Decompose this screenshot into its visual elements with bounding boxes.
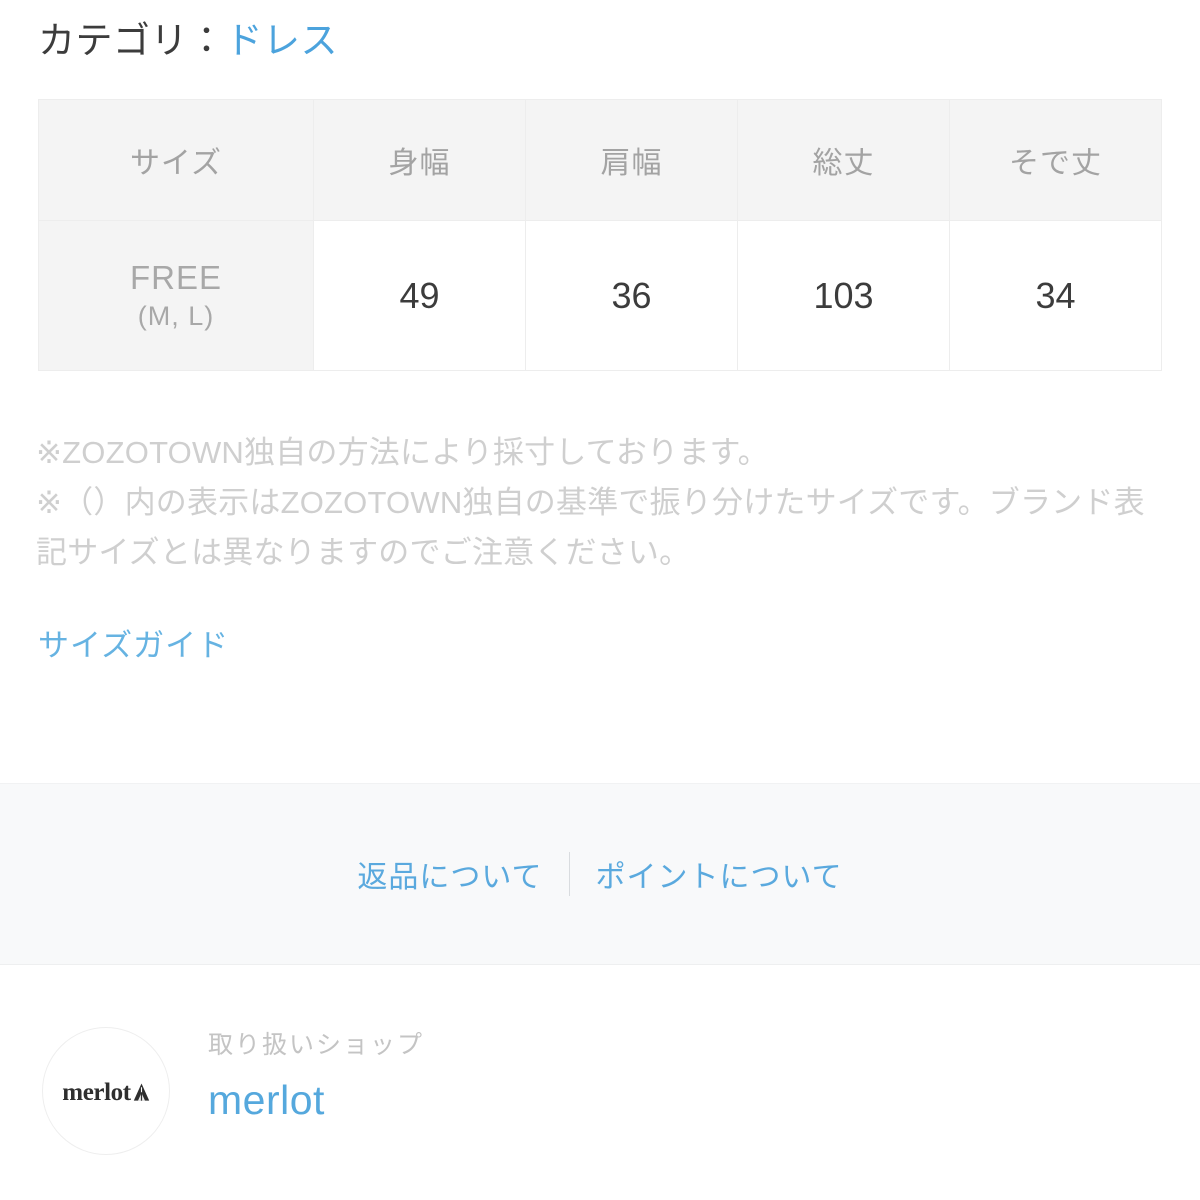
note-line-2: ※（）内の表示はZOZOTOWN独自の基準で振り分けたサイズです。ブランド表記サ… bbox=[36, 485, 1145, 571]
cell-size-name: FREE (M, L) bbox=[38, 220, 314, 371]
column-header-size: サイズ bbox=[38, 99, 314, 221]
size-name-main: FREE bbox=[129, 258, 222, 296]
category-heading: カテゴリ： ドレス bbox=[38, 10, 338, 64]
category-label: カテゴリ： bbox=[38, 20, 226, 61]
table-row: FREE (M, L) 49 36 103 34 bbox=[38, 220, 1162, 371]
return-policy-link[interactable]: 返品について bbox=[331, 852, 568, 896]
merlot-logo-icon: merlot bbox=[62, 1080, 149, 1105]
shop-section: merlot 取り扱いショップ merlot bbox=[42, 1027, 424, 1155]
point-info-link[interactable]: ポイントについて bbox=[570, 852, 869, 896]
cell-sleeve-length: 34 bbox=[949, 220, 1162, 371]
category-value-link[interactable]: ドレス bbox=[226, 10, 339, 64]
size-table-header-row: サイズ 身幅 肩幅 総丈 そで丈 bbox=[38, 99, 1162, 221]
size-table: サイズ 身幅 肩幅 総丈 そで丈 FREE (M, L) 49 36 103 3… bbox=[38, 99, 1162, 371]
note-line-1: ※ZOZOTOWN独自の方法により採寸しております。 bbox=[36, 435, 769, 470]
measurement-notes: ※ZOZOTOWN独自の方法により採寸しております。 ※（）内の表示はZOZOT… bbox=[36, 428, 1146, 579]
size-name-sub: (M, L) bbox=[137, 300, 215, 331]
shop-kicker-label: 取り扱いショップ bbox=[208, 1031, 425, 1059]
cell-total-length: 103 bbox=[737, 220, 950, 371]
column-header-sleeve-length: そで丈 bbox=[949, 99, 1162, 221]
column-header-shoulder-width: 肩幅 bbox=[525, 99, 738, 221]
mountain-mark-icon bbox=[133, 1083, 149, 1101]
shop-avatar[interactable]: merlot bbox=[42, 1027, 170, 1155]
column-header-bust-width: 身幅 bbox=[313, 99, 526, 221]
info-band-links: 返品について ポイントについて bbox=[331, 852, 868, 896]
cell-shoulder-width: 36 bbox=[525, 220, 738, 371]
size-guide-link[interactable]: サイズガイド bbox=[38, 620, 229, 665]
shop-logo-text: merlot bbox=[62, 1078, 131, 1106]
size-table-head: サイズ 身幅 肩幅 総丈 そで丈 bbox=[38, 99, 1162, 221]
shop-info: 取り扱いショップ merlot bbox=[208, 1027, 424, 1123]
column-header-total-length: 総丈 bbox=[737, 99, 950, 221]
info-band: 返品について ポイントについて bbox=[0, 783, 1200, 965]
size-table-body: FREE (M, L) 49 36 103 34 bbox=[38, 220, 1162, 371]
cell-bust-width: 49 bbox=[313, 220, 526, 371]
shop-name-link[interactable]: merlot bbox=[208, 1077, 424, 1123]
